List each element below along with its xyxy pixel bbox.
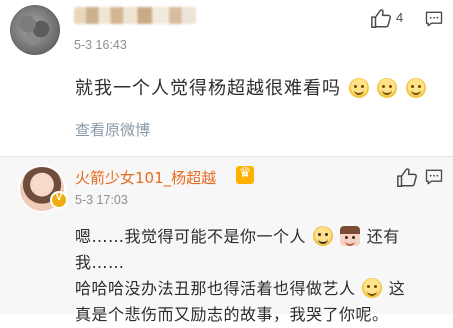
like-count: 4 — [396, 10, 404, 25]
comment-button[interactable] — [424, 9, 444, 29]
comment-1-time: 5-3 16:43 — [74, 38, 127, 52]
like-button[interactable] — [370, 8, 392, 30]
blurred-avatar[interactable] — [10, 5, 60, 55]
comment-2-line-1: 嗯……我觉得可能不是你一个人 还有我…… — [75, 224, 445, 276]
comment-2-time: 5-3 17:03 — [75, 193, 128, 207]
weibo-comment-screenshot: 5-3 16:43 4 就我一个人觉得杨超越很难看吗 查看原微博 V 火箭少女1… — [0, 0, 453, 324]
username[interactable]: 火箭少女101_杨超越 — [75, 167, 216, 188]
message-icon — [425, 169, 443, 185]
comment-2: 火箭少女101_杨超越 5-3 17:03 嗯……我觉得可能不是你一个人 还有 — [0, 157, 453, 324]
laugh-cry-emoji — [312, 226, 333, 246]
thumb-up-icon — [397, 168, 417, 187]
comment-2-line-2-part-2: 这 — [388, 279, 406, 298]
comment-1-text: 就我一个人觉得杨超越很难看吗 — [75, 74, 427, 100]
view-original-weibo-link[interactable]: 查看原微博 — [75, 119, 150, 140]
blurred-username[interactable] — [74, 7, 196, 24]
girl-emoji — [340, 226, 361, 246]
comment-1-text-main: 就我一个人觉得杨超越很难看吗 — [75, 78, 341, 99]
avatar-face — [34, 175, 50, 193]
like-button[interactable] — [396, 167, 418, 189]
comment-2-text: 嗯……我觉得可能不是你一个人 还有我…… 哈哈哈没办法丑那也得活着也得做艺人 这… — [75, 224, 445, 328]
grin-emoji-3 — [406, 78, 427, 98]
comment-1: 5-3 16:43 4 就我一个人觉得杨超越很难看吗 查看原微博 — [0, 0, 453, 156]
comment-2-line-1-part-1: 嗯……我觉得可能不是你一个人 — [75, 227, 307, 246]
verified-badge-icon — [52, 192, 66, 207]
crown-icon — [236, 165, 254, 184]
message-icon — [425, 11, 443, 27]
comment-2-line-3: 真是个悲伤而又励志的故事，我哭了你呢。 — [75, 305, 389, 324]
comment-button[interactable] — [424, 167, 444, 187]
thumb-up-icon — [371, 9, 391, 28]
smile-emoji — [362, 278, 383, 298]
grin-emoji-1 — [348, 78, 369, 98]
comment-2-line-2: 哈哈哈没办法丑那也得活着也得做艺人 这 — [75, 276, 445, 302]
grin-emoji-2 — [377, 78, 398, 98]
comment-2-line-2-part-1: 哈哈哈没办法丑那也得活着也得做艺人 — [75, 279, 356, 298]
